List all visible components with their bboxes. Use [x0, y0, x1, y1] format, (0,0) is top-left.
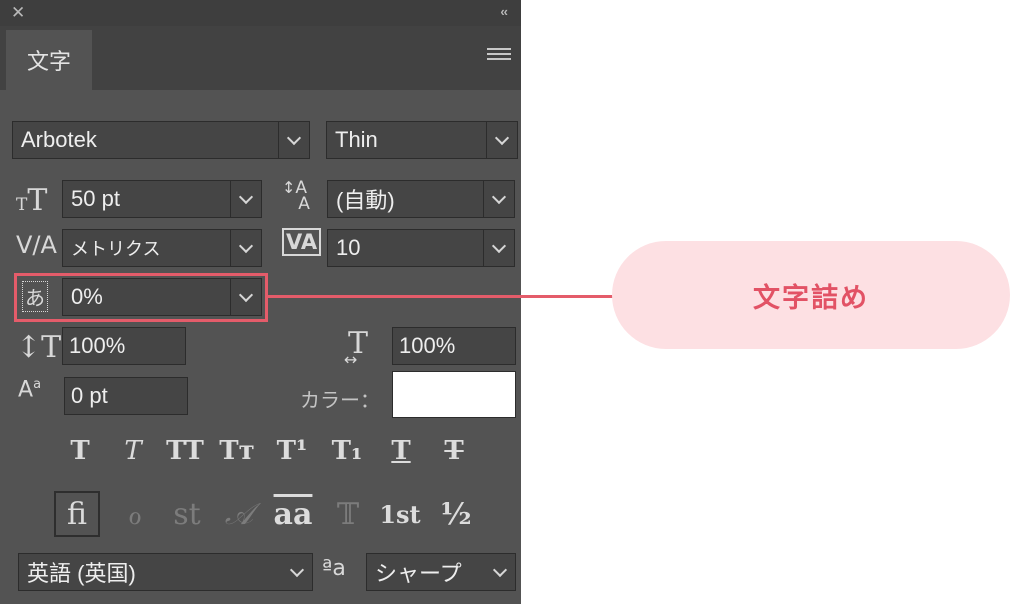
contextual-alternates-button[interactable]: ℴ: [112, 491, 158, 537]
leading-dropdown[interactable]: (自動): [327, 180, 515, 218]
chevron-down-icon[interactable]: [485, 554, 515, 590]
faux-bold-button[interactable]: T: [58, 429, 102, 473]
close-icon[interactable]: ✕: [11, 3, 25, 23]
panel-titlebar: ✕ ‹‹: [0, 0, 521, 26]
chevron-down-icon[interactable]: [483, 181, 514, 217]
strikethrough-button[interactable]: T: [432, 429, 476, 473]
font-style-value: Thin: [335, 127, 378, 152]
tsume-highlight-box: [14, 273, 268, 322]
faux-italic-button[interactable]: T: [111, 429, 155, 473]
kerning-dropdown[interactable]: メトリクス: [62, 229, 262, 267]
font-size-dropdown[interactable]: 50 pt: [62, 180, 262, 218]
discretionary-ligatures-button[interactable]: st: [164, 491, 210, 537]
chevron-down-icon[interactable]: [486, 122, 517, 158]
leading-icon: ↕A A: [282, 178, 310, 214]
antialias-value: シャープ: [375, 561, 462, 586]
kerning-value: メトリクス: [71, 239, 161, 259]
language-value: 英語 (英国): [27, 561, 136, 586]
superscript-button[interactable]: T¹: [270, 429, 314, 473]
antialias-dropdown[interactable]: シャープ: [366, 553, 516, 591]
stylistic-alternates-button[interactable]: aa: [270, 491, 316, 537]
all-caps-button[interactable]: TT: [163, 429, 207, 473]
font-family-dropdown[interactable]: Arbotek: [12, 121, 310, 159]
collapse-icon[interactable]: ‹‹: [500, 4, 508, 19]
tracking-dropdown[interactable]: 10: [327, 229, 515, 267]
vertical-scale-icon: ↕T: [16, 330, 62, 365]
chevron-down-icon[interactable]: [230, 230, 261, 266]
chevron-down-icon[interactable]: [483, 230, 514, 266]
callout-connector-line: [268, 295, 614, 298]
subscript-button[interactable]: T₁: [325, 429, 369, 473]
ligatures-button[interactable]: fi: [54, 491, 100, 537]
leading-value: (自動): [336, 188, 395, 213]
color-swatch[interactable]: [392, 371, 516, 418]
small-caps-button[interactable]: Tт: [215, 429, 259, 473]
tab-character[interactable]: 文字: [6, 30, 92, 90]
swash-button[interactable]: 𝒜: [216, 491, 262, 537]
font-size-icon: TT: [16, 183, 48, 218]
kerning-icon: V/A: [16, 231, 57, 259]
horizontal-scale-icon: T ↔: [344, 326, 369, 369]
underline-button[interactable]: T: [379, 429, 423, 473]
antialias-icon: ªa: [322, 556, 346, 581]
color-label: カラー：: [300, 390, 380, 412]
fractions-button[interactable]: ½: [433, 491, 479, 537]
chevron-down-icon[interactable]: [282, 554, 312, 590]
tracking-icon: VA: [282, 228, 322, 256]
vertical-scale-input[interactable]: 100%: [62, 327, 186, 365]
tsume-callout-label: 文字詰め: [612, 241, 1010, 349]
font-style-dropdown[interactable]: Thin: [326, 121, 518, 159]
font-family-value: Arbotek: [21, 127, 97, 152]
horizontal-scale-input[interactable]: 100%: [392, 327, 516, 365]
chevron-down-icon[interactable]: [278, 122, 309, 158]
ordinals-button[interactable]: 1st: [377, 491, 423, 537]
chevron-down-icon[interactable]: [230, 181, 261, 217]
baseline-shift-icon: Aa: [18, 377, 42, 403]
baseline-shift-input[interactable]: 0 pt: [64, 377, 188, 415]
panel-tab-row: 文字: [0, 26, 521, 90]
tracking-value: 10: [336, 235, 361, 260]
language-dropdown[interactable]: 英語 (英国): [18, 553, 313, 591]
font-size-value: 50 pt: [71, 186, 120, 211]
panel-menu-icon[interactable]: [487, 48, 511, 64]
titling-alternates-button[interactable]: 𝕋: [325, 491, 371, 537]
